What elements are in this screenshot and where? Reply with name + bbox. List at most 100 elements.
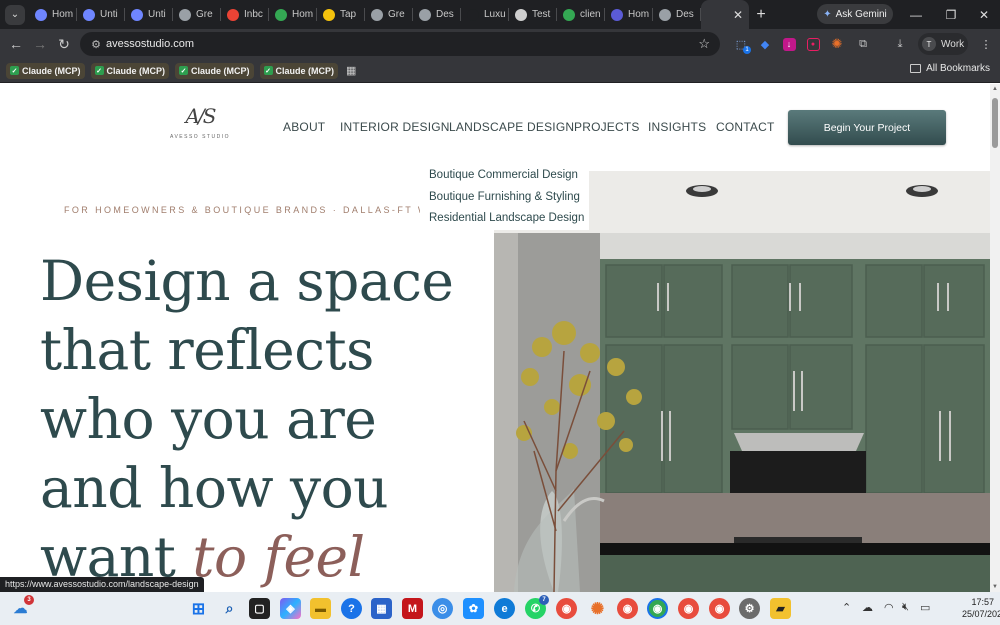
system-clock[interactable]: 17:57 25/07/2026: [962, 596, 1000, 620]
edge-icon[interactable]: e: [494, 598, 515, 619]
volume-muted-icon[interactable]: 🔇︎: [902, 601, 909, 614]
address-bar[interactable]: ⚙ avessostudio.com ☆: [80, 32, 720, 56]
chrome-icon[interactable]: ◉: [617, 598, 638, 619]
browser-tab[interactable]: clien: [557, 0, 605, 29]
bookmark-star-icon[interactable]: ☆: [698, 36, 710, 52]
tray-overflow-icon[interactable]: ⌃: [842, 601, 851, 614]
bookmark-item[interactable]: ✓ Claude (MCP): [6, 62, 85, 79]
extension-record-icon[interactable]: ●: [803, 34, 823, 54]
chrome-profile-icon[interactable]: ◉: [556, 598, 577, 619]
chrome-active-icon[interactable]: ◉: [647, 598, 668, 619]
tab-label: Inbc: [244, 9, 263, 20]
file-explorer-icon[interactable]: ▬: [310, 598, 331, 619]
ask-gemini-button[interactable]: ✦ Ask Gemini: [817, 4, 893, 24]
nav-interior-design[interactable]: INTERIOR DESIGN: [340, 120, 450, 134]
downloads-icon[interactable]: ⤓: [890, 34, 910, 54]
extension-download-icon[interactable]: ↓: [779, 34, 799, 54]
browser-tab[interactable]: Gre: [365, 0, 413, 29]
browser-tab[interactable]: Des: [653, 0, 701, 29]
extension-tag-icon[interactable]: ◆: [755, 34, 775, 54]
extension-translate-icon[interactable]: ⬚ 1: [731, 34, 751, 54]
headline-line: that reflects: [40, 318, 374, 382]
bookmark-item[interactable]: ✓ Claude (MCP): [259, 62, 338, 79]
scrollbar-thumb[interactable]: [992, 98, 998, 148]
forward-button[interactable]: →: [28, 32, 52, 56]
search-icon[interactable]: ⌕: [219, 598, 240, 619]
extension-claude-icon[interactable]: ✺: [827, 34, 847, 54]
chrome-profile-2-icon[interactable]: ◉: [678, 598, 699, 619]
browser-tab[interactable]: Des: [413, 0, 461, 29]
claude-app-icon[interactable]: ✺: [587, 598, 608, 619]
headline-italic: to feel: [192, 525, 365, 589]
wifi-icon[interactable]: ◠: [884, 601, 894, 614]
new-tab-button[interactable]: +: [749, 6, 773, 24]
site-logo[interactable]: A/S AVESSO STUDIO: [170, 104, 230, 144]
globe-icon: [659, 8, 671, 21]
profile-chip[interactable]: T Work: [918, 33, 968, 55]
dropdown-item-boutique-commercial[interactable]: Boutique Commercial Design: [429, 169, 578, 181]
back-button[interactable]: ←: [4, 32, 28, 56]
minimize-button[interactable]: —: [900, 0, 932, 29]
site-info-icon[interactable]: ⚙: [86, 38, 106, 51]
whatsapp-icon[interactable]: ✆ 7: [525, 595, 549, 619]
reload-button[interactable]: ↻: [52, 32, 76, 56]
begin-project-button[interactable]: Begin Your Project: [788, 110, 946, 145]
tab-label: Des: [436, 9, 454, 20]
restore-button[interactable]: ❐: [935, 0, 967, 29]
tab-search-button[interactable]: ⌄: [5, 4, 25, 25]
copilot-icon[interactable]: ◈: [280, 598, 301, 619]
nav-insights[interactable]: INSIGHTS: [648, 120, 706, 134]
browser-tab[interactable]: Hom: [605, 0, 653, 29]
browser-tab[interactable]: Unti: [125, 0, 173, 29]
mcafee-icon[interactable]: M: [402, 598, 423, 619]
chrome-profile-3-icon[interactable]: ◉: [709, 598, 730, 619]
browser-tab[interactable]: Hom: [29, 0, 77, 29]
all-bookmarks-button[interactable]: All Bookmarks: [910, 63, 990, 74]
nav-projects[interactable]: PROJECTS: [574, 120, 640, 134]
settings-gear-icon[interactable]: ⚙: [739, 598, 760, 619]
close-tab-icon[interactable]: ✕: [733, 8, 743, 22]
onedrive-icon[interactable]: ☁: [862, 601, 873, 614]
hero-image: [494, 171, 990, 592]
browser-tab[interactable]: Unti: [77, 0, 125, 29]
battery-icon[interactable]: ▭: [920, 601, 930, 614]
remote-desktop-icon[interactable]: ◎: [432, 598, 453, 619]
nav-about[interactable]: ABOUT: [283, 120, 325, 134]
browser-tab[interactable]: Test: [509, 0, 557, 29]
close-window-button[interactable]: ✕: [968, 0, 1000, 29]
bookmark-label: Claude (MCP): [191, 65, 250, 76]
bookmark-item[interactable]: ✓ Claude (MCP): [90, 62, 169, 79]
bookmark-item[interactable]: ✓ Claude (MCP): [175, 62, 254, 79]
scroll-up-arrow[interactable]: ▲: [990, 84, 1000, 94]
bookmarks-bar: ✓ Claude (MCP) ✓ Claude (MCP) ✓ Claude (MCP) ✓…: [0, 59, 1000, 83]
apps-grid-icon[interactable]: ▦: [346, 64, 356, 77]
browser-tab[interactable]: Inbc: [221, 0, 269, 29]
task-view-icon[interactable]: ▢: [249, 598, 270, 619]
dropdown-item-residential-landscape[interactable]: Residential Landscape Design: [429, 212, 584, 224]
dropdown-item-boutique-furnishing[interactable]: Boutique Furnishing & Styling: [429, 191, 580, 203]
drive-icon: [563, 8, 575, 21]
browser-tab[interactable]: Gre: [173, 0, 221, 29]
weather-widget-icon[interactable]: ☁ 3: [10, 595, 34, 619]
tab-label: clien: [580, 9, 601, 20]
tab-label: Unti: [100, 9, 118, 20]
photos-icon[interactable]: ✿: [463, 598, 484, 619]
tab-label: Tap: [340, 9, 357, 20]
browser-tab[interactable]: Tap: [317, 0, 365, 29]
nav-contact[interactable]: CONTACT: [716, 120, 775, 134]
start-windows-icon[interactable]: ⊞: [188, 598, 209, 619]
extensions-puzzle-icon[interactable]: ⧉: [853, 34, 873, 54]
claude-icon: [35, 8, 47, 21]
browser-menu-icon[interactable]: ⋮: [976, 34, 996, 54]
scroll-down-arrow[interactable]: ▼: [990, 582, 1000, 592]
store-icon[interactable]: ▦: [371, 598, 392, 619]
ask-gemini-label: Ask Gemini: [835, 8, 887, 20]
browser-tab[interactable]: Luxu: [461, 0, 509, 29]
page-scrollbar[interactable]: ▲ ▼: [990, 84, 1000, 592]
browser-tab[interactable]: Hom: [269, 0, 317, 29]
help-icon[interactable]: ?: [341, 598, 362, 619]
sticky-notes-icon[interactable]: ▰: [770, 598, 791, 619]
nav-landscape-design[interactable]: LANDSCAPE DESIGN: [449, 120, 574, 134]
active-tab[interactable]: ✕: [701, 0, 749, 29]
checkmark-icon: ✓: [94, 66, 104, 75]
